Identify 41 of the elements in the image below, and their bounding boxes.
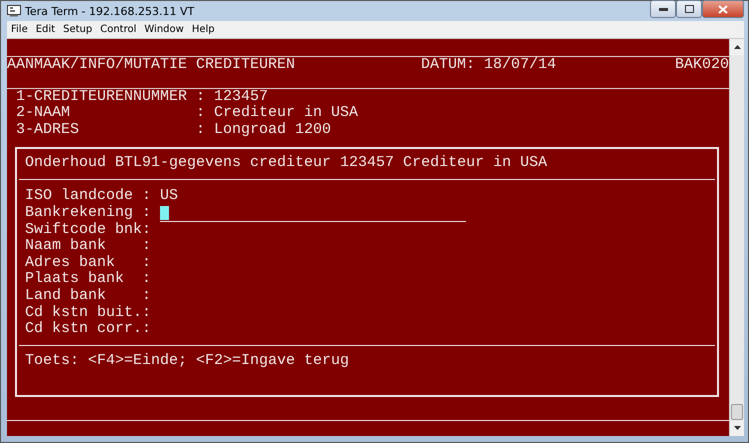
key-hint-text: Toets: <F4>=Einde; <F2>=Ingave terug <box>24 353 350 370</box>
up-arrow-icon <box>734 45 740 49</box>
terminal-app-icon <box>7 5 21 17</box>
menu-item[interactable]: Window <box>140 24 188 35</box>
scroll-thumb[interactable] <box>731 404 743 420</box>
window-title: Tera Term - 192.168.253.11 VT <box>25 4 196 18</box>
field-label: 1-CREDITEURENNUMMER : <box>16 88 206 106</box>
field-label: 2-NAAM : <box>16 105 206 122</box>
field-label: ISO landcode : <box>25 188 152 205</box>
close-button[interactable] <box>702 0 744 18</box>
minimize-icon <box>658 8 668 10</box>
screen-title: AANMAAK/INFO/MUTATIE CREDITEUREN <box>7 56 296 75</box>
field-label: Cd kstn buit.: <box>25 304 152 321</box>
minimize-button[interactable] <box>650 0 676 18</box>
input-field[interactable] <box>160 204 466 222</box>
field-value: Crediteur in USA <box>214 105 358 122</box>
scroll-up-button[interactable] <box>730 39 744 55</box>
field-label: Swiftcode bnk: <box>25 222 152 238</box>
field-label: Naam bank : <box>25 238 152 255</box>
close-icon <box>718 4 728 14</box>
field-value: US <box>160 188 178 205</box>
menu-item[interactable]: File <box>7 24 32 35</box>
dialog-title: Onderhoud BTL91-gegevens crediteur 123457 Crediteur in USA <box>24 155 548 172</box>
maximize-icon <box>684 5 694 13</box>
field-label: Bankrekening : <box>25 204 152 222</box>
field-label: Plaats bank : <box>25 271 152 288</box>
maximize-button[interactable] <box>676 0 702 18</box>
menu-item[interactable]: Setup <box>59 24 96 35</box>
menu-item[interactable]: Edit <box>32 24 60 35</box>
field-label: Land bank : <box>25 288 152 304</box>
field-value: Longroad 1200 <box>214 122 332 139</box>
scroll-down-button[interactable] <box>730 420 744 436</box>
field-label: 3-ADRES : <box>16 122 206 139</box>
program-code: BAK020 <box>674 56 729 75</box>
field-label: Cd kstn corr.: <box>25 321 152 338</box>
date-text: DATUM: 18/07/14 <box>421 56 556 75</box>
down-arrow-icon <box>734 426 740 430</box>
field-label: Adres bank : <box>25 254 152 271</box>
menu-item[interactable]: Help <box>188 24 219 35</box>
menu-item[interactable]: Control <box>96 24 140 35</box>
field-value: 123457 <box>214 88 268 105</box>
